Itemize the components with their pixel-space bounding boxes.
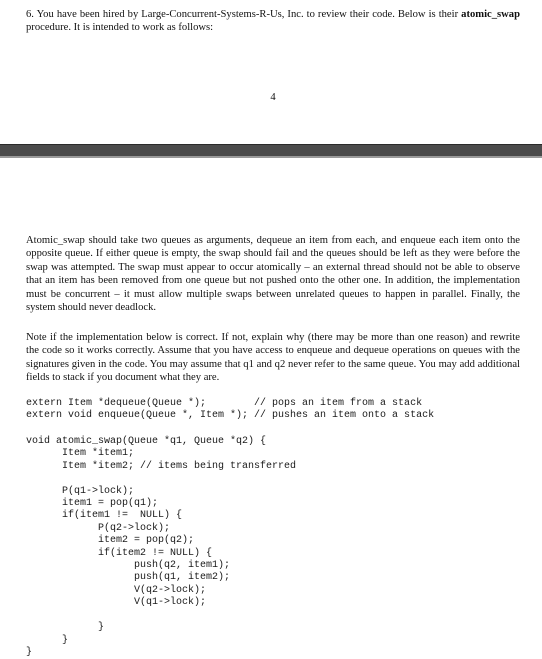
atomic-swap-code: void atomic_swap(Queue *q1, Queue *q2) {… bbox=[26, 436, 297, 658]
intro-text-after: procedure. It is intended to work as fol… bbox=[26, 22, 214, 34]
question-number: 6. bbox=[26, 9, 34, 20]
page-divider bbox=[0, 144, 542, 158]
question-intro: 6. You have been hired by Large-Concurre… bbox=[26, 8, 520, 35]
intro-text-before: You have been hired by Large-Concurrent-… bbox=[33, 9, 462, 20]
procedure-name: atomic_swap bbox=[461, 9, 520, 20]
extern-declarations: extern Item *dequeue(Queue *); // pops a… bbox=[26, 398, 435, 422]
instructions-paragraph: Note if the implementation below is corr… bbox=[26, 332, 520, 384]
description-paragraph: Atomic_swap should take two queues as ar… bbox=[26, 235, 520, 314]
page-number: 4 bbox=[270, 92, 276, 103]
